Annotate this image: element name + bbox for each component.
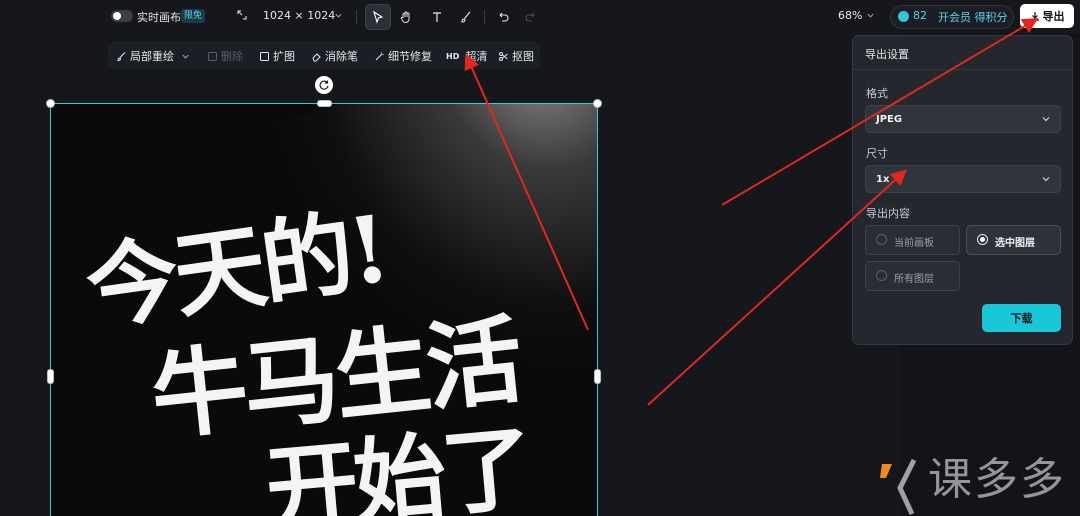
size-label: 尺寸: [866, 147, 888, 160]
cutout-icon: [499, 51, 508, 61]
download-icon: [1030, 12, 1039, 21]
format-value: JPEG: [876, 114, 903, 125]
chevron-down-icon[interactable]: [866, 11, 875, 20]
rotate-icon: [319, 80, 329, 90]
cutout-button[interactable]: 抠图: [498, 48, 534, 64]
expand-button[interactable]: 扩图: [259, 48, 295, 64]
chevron-down-icon[interactable]: [334, 11, 343, 20]
export-content-label: 导出内容: [866, 207, 910, 220]
resize-handle-left[interactable]: [47, 369, 54, 384]
points-icon: [898, 11, 909, 22]
hd-icon: HD: [446, 51, 460, 61]
cutout-label: 抠图: [512, 50, 534, 63]
cursor-icon: [373, 10, 384, 24]
brush-tool-button[interactable]: [453, 4, 479, 30]
redo-icon: [525, 12, 535, 22]
zoom-dropdown[interactable]: 68%: [838, 9, 862, 22]
delete-label: 删除: [221, 50, 243, 63]
undo-icon: [499, 12, 509, 22]
radio-selected-layer[interactable]: [977, 234, 988, 245]
export-panel-title: 导出设置: [865, 48, 909, 61]
size-value: 1x: [876, 174, 890, 185]
option-all-layers-label: 所有图层: [894, 274, 934, 285]
redo-button[interactable]: [518, 4, 544, 30]
hand-icon: [400, 11, 410, 24]
eraser-label: 消除笔: [325, 50, 358, 63]
resize-handle-top[interactable]: [317, 100, 332, 107]
detail-repair-button[interactable]: 细节修复: [374, 48, 432, 64]
brush-icon: [117, 51, 126, 61]
undo-button[interactable]: [490, 4, 516, 30]
download-button[interactable]: 下载: [982, 304, 1061, 332]
toolbar-divider: [484, 10, 485, 24]
brush-icon: [461, 11, 471, 23]
realtime-canvas-toggle[interactable]: [111, 10, 133, 22]
option-selected-layer-label: 选中图层: [995, 238, 1035, 249]
size-select[interactable]: [865, 165, 1061, 193]
inpaint-button[interactable]: 局部重绘: [116, 48, 190, 64]
hd-label: 超清: [465, 50, 488, 63]
text-tool-button[interactable]: [424, 4, 450, 30]
export-button[interactable]: 导出: [1020, 4, 1074, 28]
delete-button[interactable]: 删除: [207, 48, 243, 64]
expand-label: 扩图: [273, 50, 295, 63]
chevron-down-icon: [1042, 117, 1050, 122]
hand-tool-button[interactable]: [393, 4, 419, 30]
realtime-canvas-label: 实时画布: [137, 11, 181, 24]
toolbar-divider: [356, 10, 357, 24]
panel-divider: [853, 69, 1072, 70]
selection-box[interactable]: [50, 103, 598, 516]
resize-handle-right[interactable]: [594, 369, 601, 384]
format-label: 格式: [866, 87, 888, 100]
hd-button[interactable]: HD 超清: [446, 48, 487, 64]
canvas-size-icon: [237, 10, 247, 20]
expand-icon: [260, 51, 269, 61]
radio-all-layers[interactable]: [876, 270, 887, 281]
chevron-down-icon: [1042, 177, 1050, 182]
detail-repair-label: 细节修复: [388, 50, 432, 63]
points-count: 82: [913, 9, 927, 22]
rotate-handle[interactable]: [315, 76, 333, 94]
delete-icon: [208, 51, 217, 61]
radio-current-artboard[interactable]: [876, 234, 887, 245]
select-tool-button[interactable]: [365, 4, 391, 30]
text-icon: [433, 12, 441, 22]
export-button-label: 导出: [1042, 10, 1065, 23]
inpaint-label: 局部重绘: [130, 50, 174, 63]
top-toolbar: 实时画布 限免 1024 × 1024 68% 82 开会员 得积分 导出: [0, 0, 1080, 34]
resize-handle-top-right[interactable]: [593, 99, 602, 108]
option-current-artboard-label: 当前画板: [894, 238, 934, 249]
magic-wand-icon: [375, 51, 384, 60]
chevron-down-icon: [182, 54, 189, 59]
vip-link[interactable]: 开会员 得积分: [938, 9, 1008, 25]
free-badge: 限免: [181, 9, 206, 23]
eraser-button[interactable]: 消除笔: [311, 48, 358, 64]
eraser-icon: [312, 52, 321, 61]
watermark-text: 课多多: [928, 454, 1066, 505]
resize-handle-top-left[interactable]: [46, 99, 55, 108]
canvas-size-dropdown[interactable]: 1024 × 1024: [263, 9, 335, 22]
